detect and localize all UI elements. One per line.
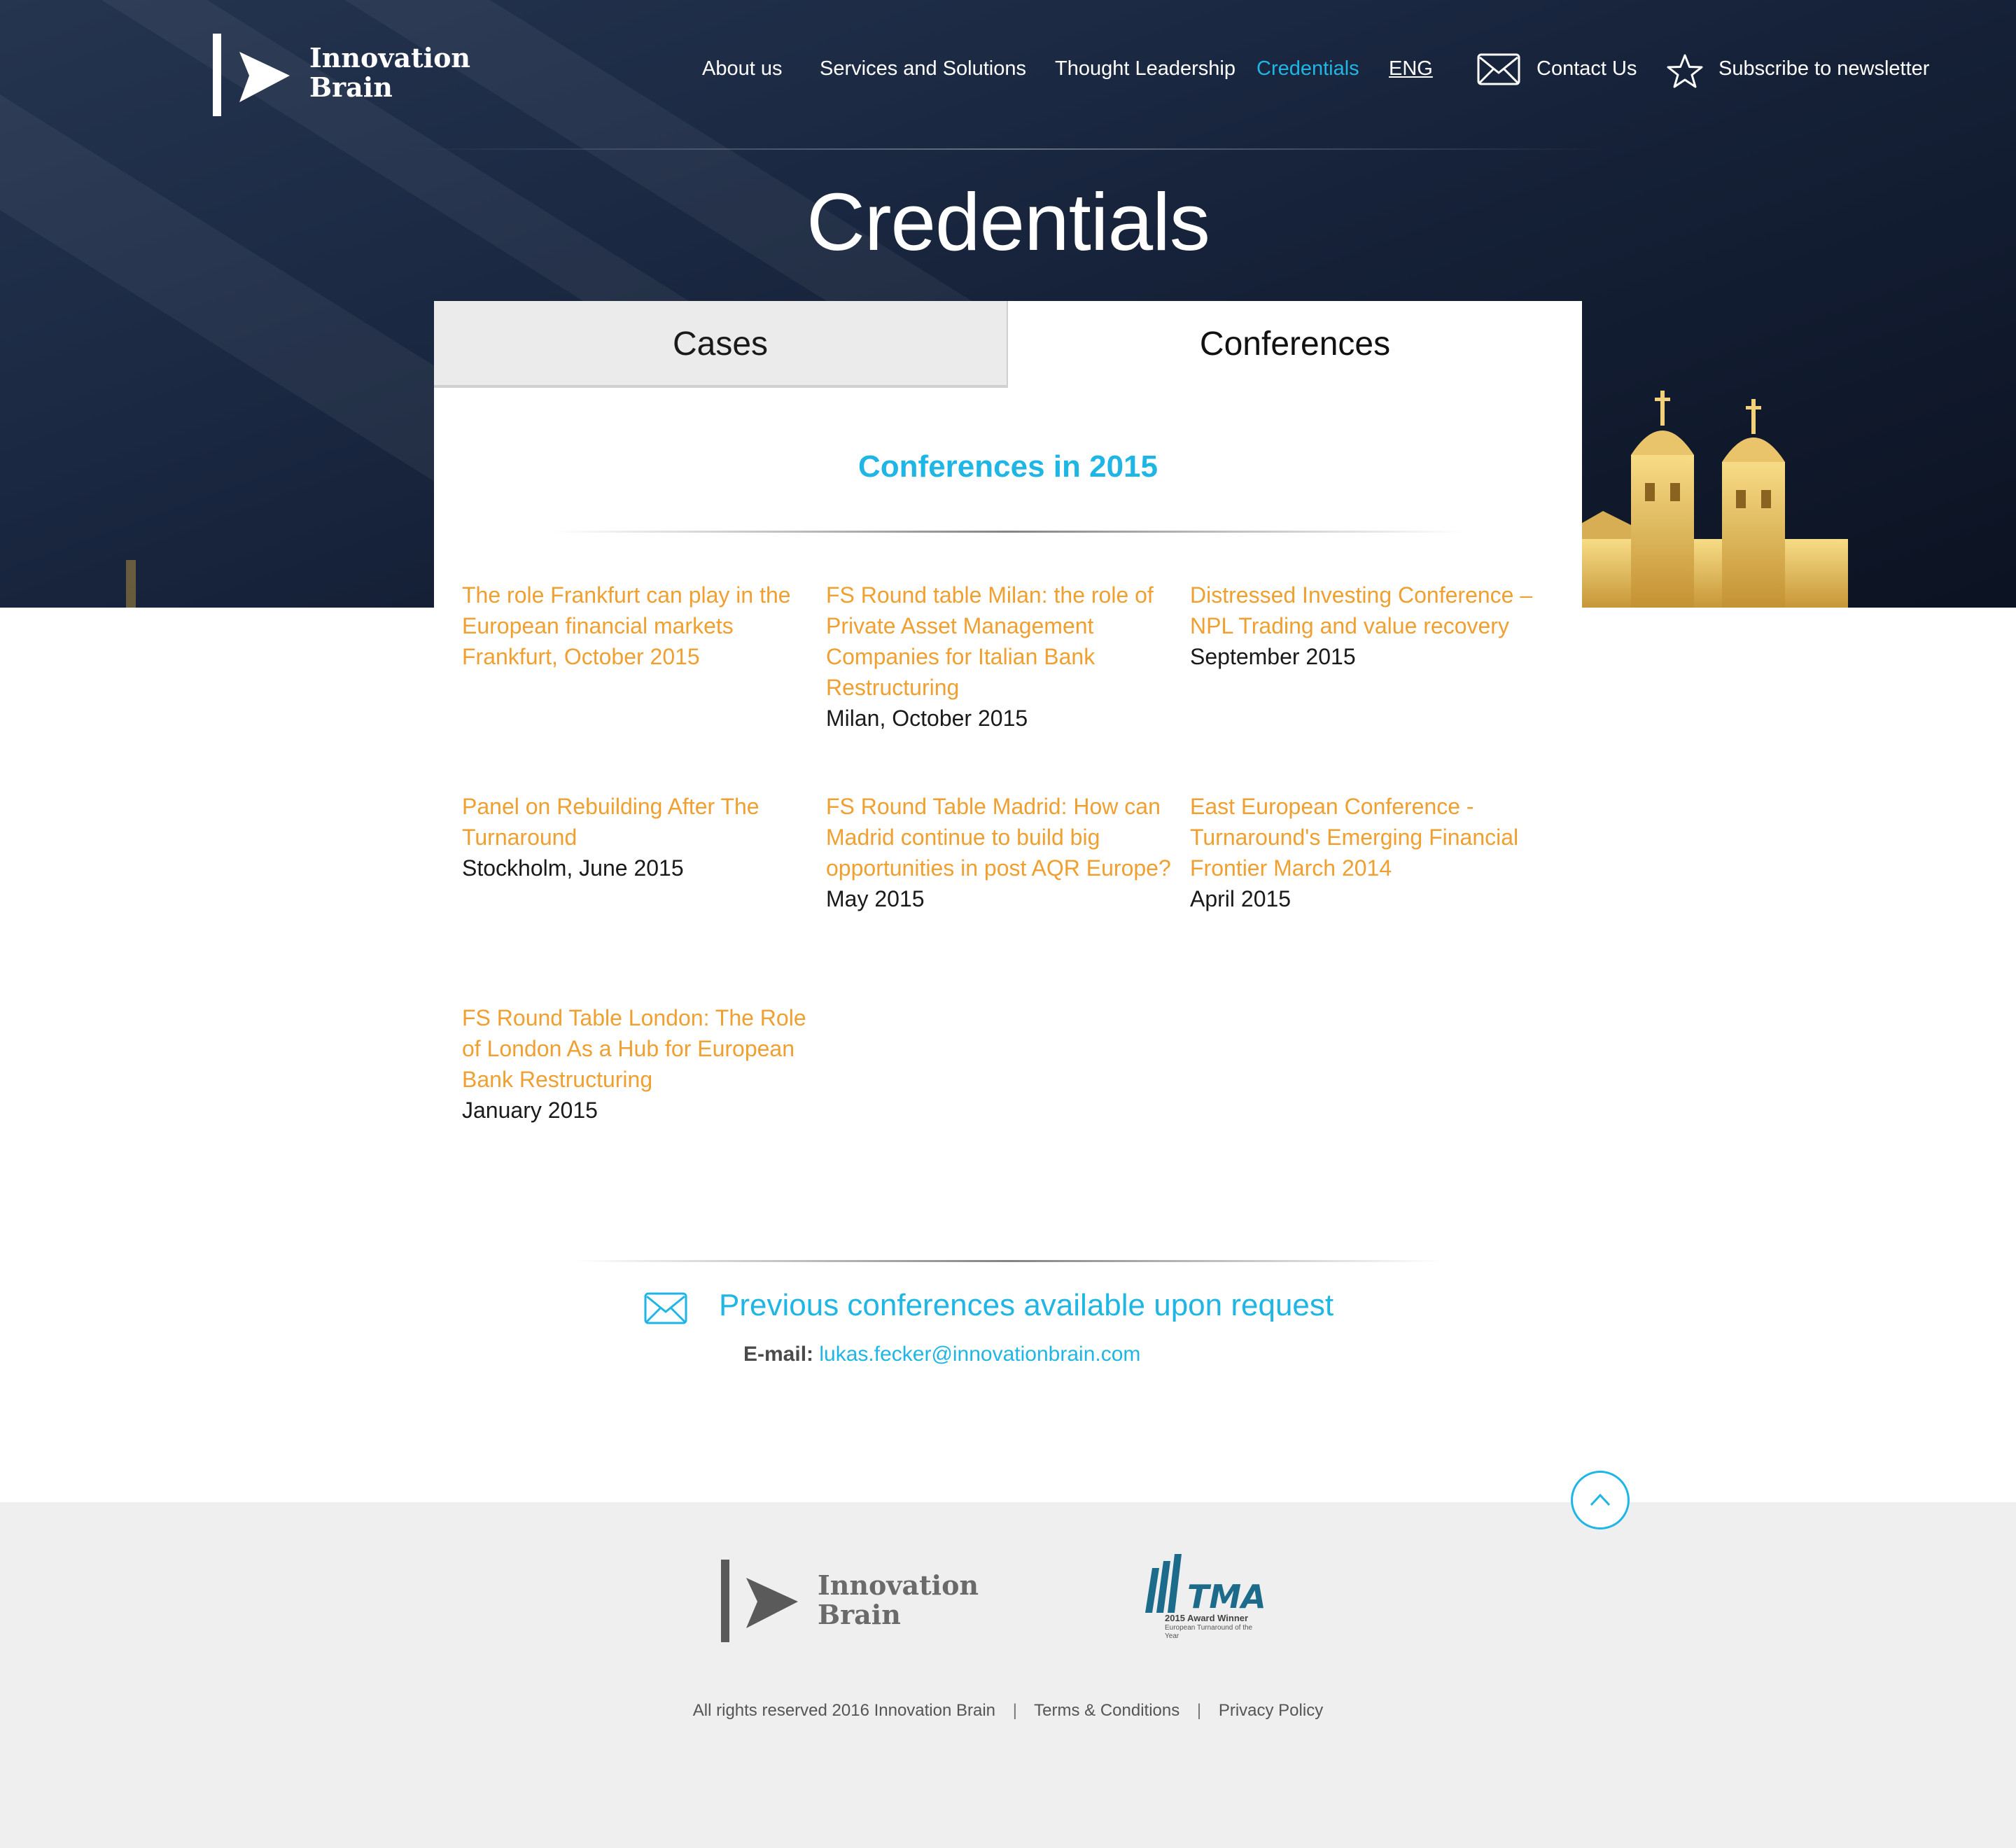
page-title: Credentials — [806, 176, 1210, 267]
request-title: Previous conferences available upon requ… — [719, 1288, 1334, 1322]
divider: | — [1012, 1701, 1017, 1720]
conference-date: May 2015 — [826, 886, 925, 911]
conference-date: Stockholm, June 2015 — [462, 855, 684, 881]
conference-title-link[interactable]: FS Round Table Madrid: How can Madrid co… — [826, 791, 1176, 883]
conference-item: FS Round Table Madrid: How can Madrid co… — [826, 791, 1176, 914]
conference-title-link[interactable]: Panel on Rebuilding After The Turnaround — [462, 791, 812, 853]
envelope-icon — [644, 1292, 687, 1324]
footer — [0, 1502, 2016, 1848]
divider: | — [1196, 1701, 1202, 1720]
tma-subtitle: European Turnaround of the Year — [1165, 1624, 1253, 1640]
conference-date: September 2015 — [1190, 644, 1356, 669]
conference-title-link[interactable]: FS Round Table London: The Role of Londo… — [462, 1002, 812, 1095]
email-label: E-mail: — [743, 1343, 814, 1366]
nav-credentials[interactable]: Credentials — [1256, 57, 1359, 80]
section-title: Conferences in 2015 — [858, 449, 1158, 484]
conference-item: Panel on Rebuilding After The Turnaround… — [462, 791, 812, 883]
conference-date: April 2015 — [1190, 886, 1292, 911]
main-nav: About us Services and Solutions Thought … — [0, 53, 2016, 88]
conference-item: Distressed Investing Conference – NPL Tr… — [1190, 580, 1540, 672]
footer-links: All rights reserved 2016 Innovation Brai… — [0, 1701, 2016, 1721]
conference-item: FS Round Table London: The Role of Londo… — [462, 1002, 812, 1126]
conference-title-link[interactable]: FS Round table Milan: the role of Privat… — [826, 580, 1176, 703]
request-divider — [574, 1260, 1442, 1262]
nav-about-us[interactable]: About us — [702, 57, 782, 80]
privacy-link[interactable]: Privacy Policy — [1219, 1701, 1323, 1720]
hero-divider — [406, 148, 1610, 150]
footer-brand-logo-text: Innovation Brain — [818, 1571, 979, 1630]
tab-conferences[interactable]: Conferences — [1008, 301, 1582, 388]
conference-date: Milan, October 2015 — [826, 706, 1028, 731]
nav-services-solutions[interactable]: Services and Solutions — [820, 57, 1026, 80]
distant-spire — [126, 560, 136, 608]
chevron-up-icon — [1590, 1493, 1611, 1506]
footer-brand-logo[interactable]: Innovation Brain — [718, 1557, 984, 1645]
conference-item: The role Frankfurt can play in the Europ… — [462, 580, 812, 672]
nav-language-eng[interactable]: ENG — [1389, 57, 1433, 80]
scroll-to-top-button[interactable] — [1571, 1471, 1630, 1530]
conference-item: FS Round table Milan: the role of Privat… — [826, 580, 1176, 734]
terms-link[interactable]: Terms & Conditions — [1034, 1701, 1180, 1720]
tab-cases[interactable]: Cases — [434, 301, 1008, 388]
conference-title-link[interactable]: East European Conference - Turnaround's … — [1190, 791, 1540, 883]
credentials-panel: Cases Conferences Conferences in 2015 Th… — [434, 301, 1582, 1141]
section-divider — [553, 531, 1463, 533]
footer-brand-name-line1: Innovation — [818, 1569, 979, 1601]
email-link[interactable]: lukas.fecker@innovationbrain.com — [819, 1343, 1140, 1366]
conference-title-link[interactable]: The role Frankfurt can play in the Europ… — [462, 580, 812, 672]
nav-thought-leadership[interactable]: Thought Leadership — [1055, 57, 1236, 80]
envelope-icon[interactable] — [1477, 53, 1520, 85]
brand-logo-mark-icon — [721, 1560, 798, 1642]
conference-item: East European Conference - Turnaround's … — [1190, 791, 1540, 914]
tma-bars-icon — [1145, 1554, 1182, 1613]
nav-contact-us[interactable]: Contact Us — [1536, 57, 1637, 80]
footer-brand-name-line2: Brain — [818, 1599, 901, 1630]
conference-date: January 2015 — [462, 1098, 598, 1123]
email-row: E-mail: lukas.fecker@innovationbrain.com — [743, 1343, 1140, 1366]
copyright-text: All rights reserved 2016 Innovation Brai… — [692, 1701, 996, 1720]
conference-title-link[interactable]: Distressed Investing Conference – NPL Tr… — [1190, 580, 1540, 641]
tma-award-logo: TMA 2015 Award Winner European Turnaroun… — [1141, 1554, 1267, 1649]
tma-logo-text: TMA — [1187, 1578, 1266, 1616]
cathedral-image — [1554, 391, 1848, 608]
tma-award-text: 2015 Award Winner — [1165, 1613, 1249, 1623]
star-icon[interactable] — [1666, 53, 1704, 90]
nav-subscribe-newsletter[interactable]: Subscribe to newsletter — [1718, 57, 1929, 80]
